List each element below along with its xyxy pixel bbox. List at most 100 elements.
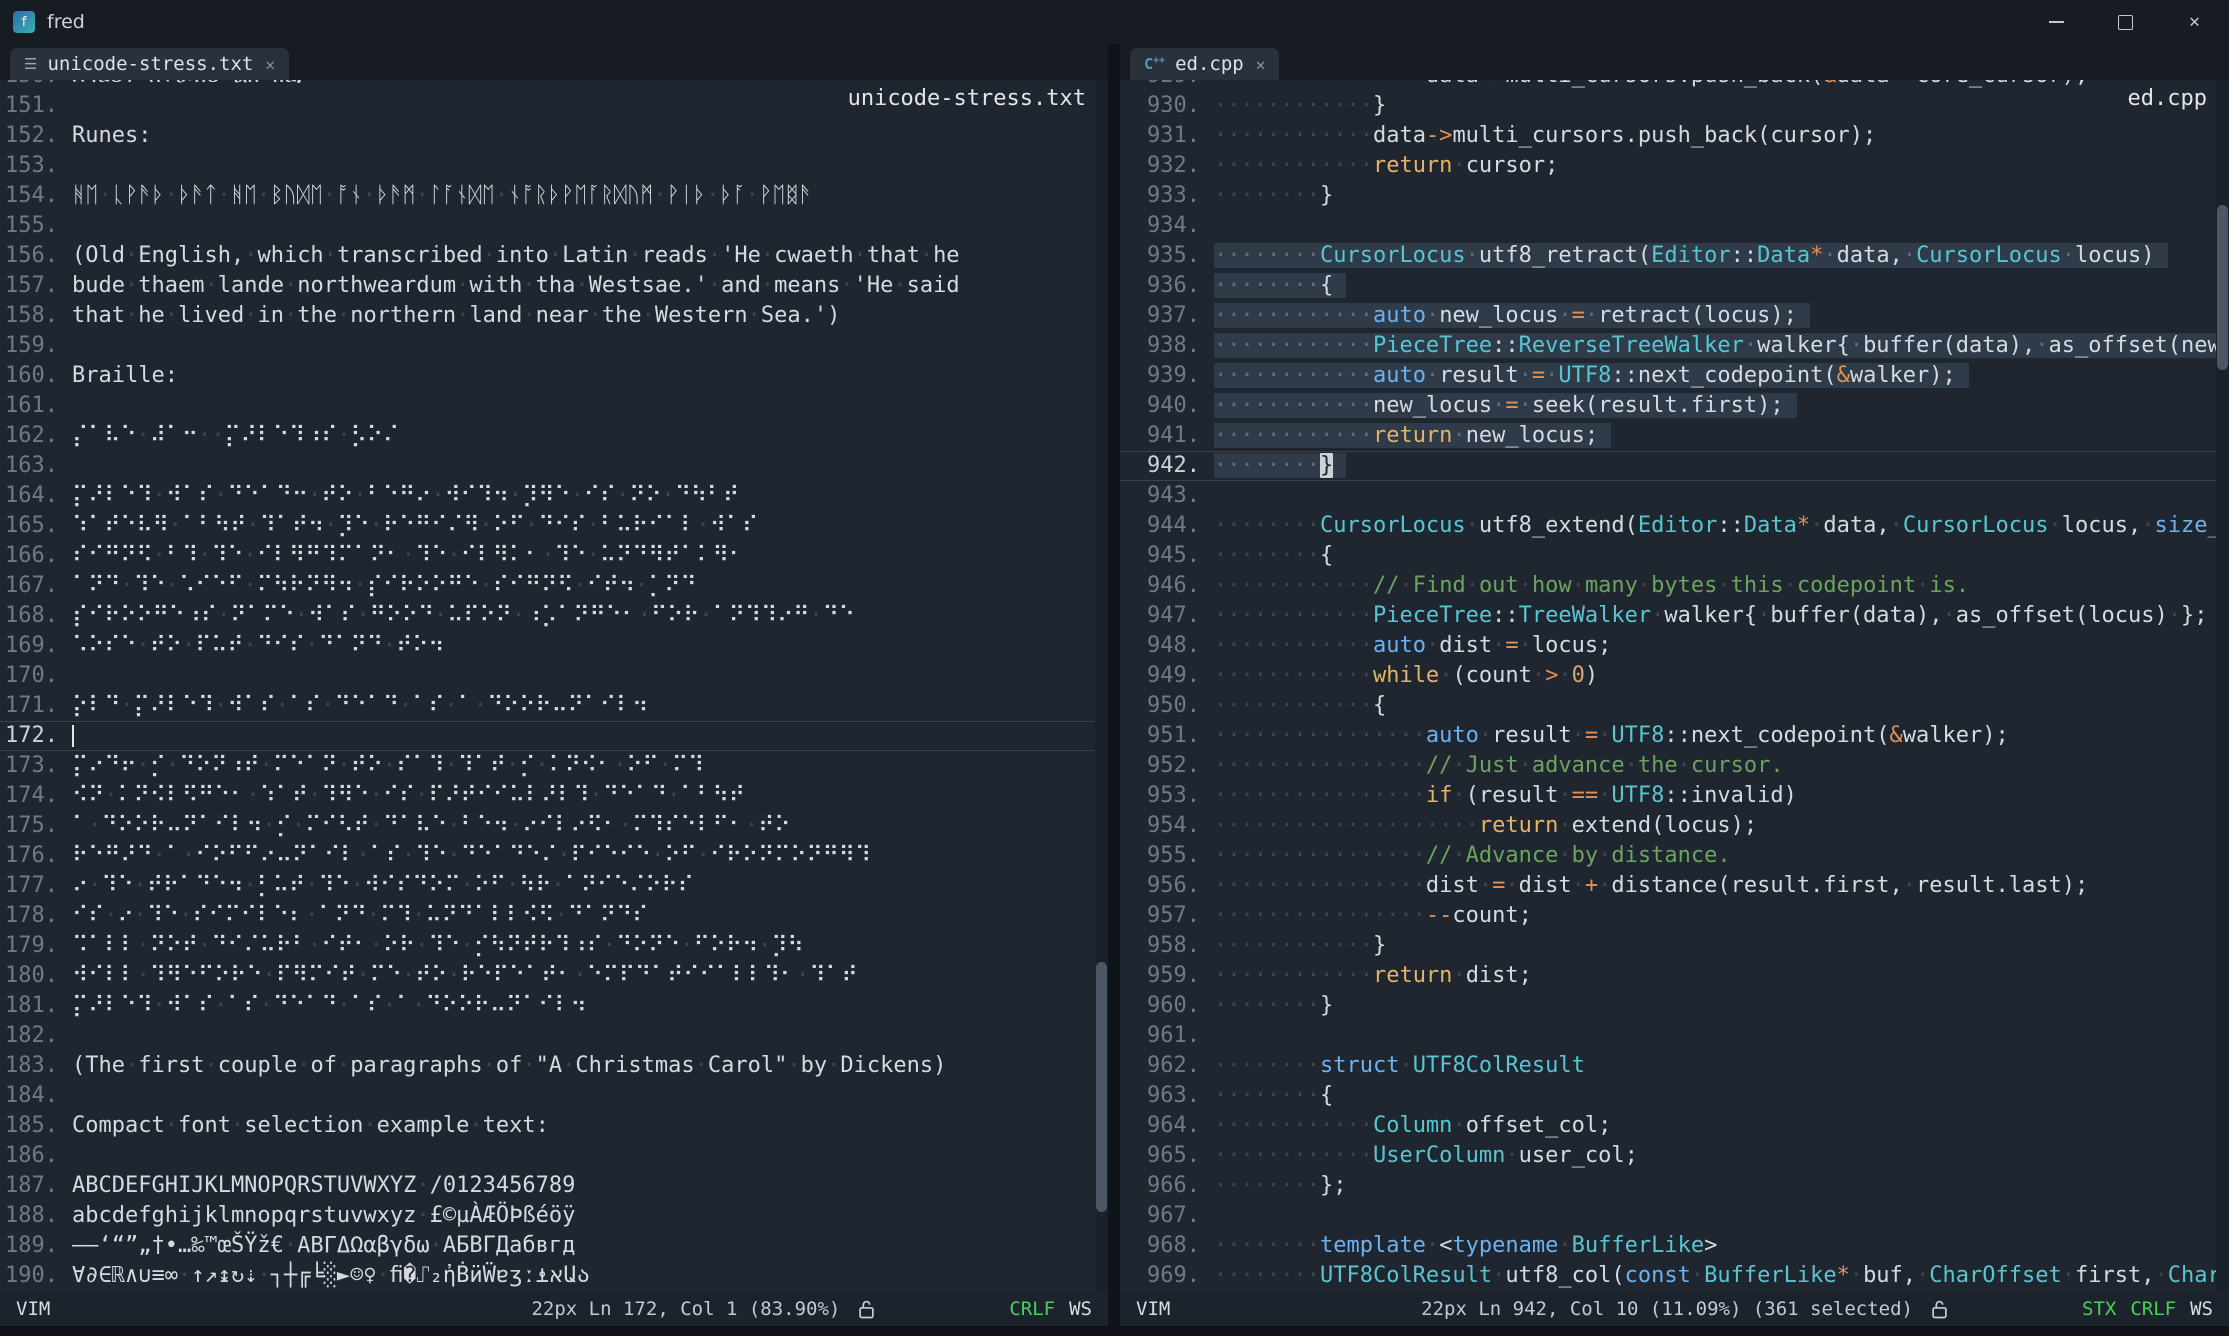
left-scrollbar[interactable] (1095, 80, 1108, 1291)
code-line-937[interactable]: 937.············auto·new_locus·=·retract… (1120, 301, 2229, 331)
code-line-157[interactable]: 157.bude·thaem·lande·northweardum·with·t… (0, 271, 1108, 301)
code-line-969[interactable]: 969.········UTF8ColResult·utf8_col(const… (1120, 1261, 2229, 1291)
code-line-158[interactable]: 158.that·he·lived·in·the·northern·land·n… (0, 301, 1108, 331)
code-line-932[interactable]: 932.············return·cursor; (1120, 151, 2229, 181)
code-line-154[interactable]: 154.ᚻᛖ·ᚳᚹᚫᚦ·ᚦᚫᛏ·ᚻᛖ·ᛒᚢᛞᛖ·ᚩᚾ·ᚦᚫᛗ·ᛚᚪᚾᛞᛖ·ᚾᚩᚱ… (0, 181, 1108, 211)
code-line-953[interactable]: 953.················if·(result·==·UTF8::… (1120, 781, 2229, 811)
code-line-952[interactable]: 952.················//·Just·advance·the·… (1120, 751, 2229, 781)
right-scrollbar[interactable] (2216, 80, 2229, 1291)
code-line-933[interactable]: 933.········} (1120, 181, 2229, 211)
code-line-960[interactable]: 960.········} (1120, 991, 2229, 1021)
code-line-159[interactable]: 159. (0, 331, 1108, 361)
code-token: dist (1439, 633, 1492, 658)
code-line-941[interactable]: 941.············return·new_locus; (1120, 421, 2229, 451)
code-line-942[interactable]: 942.········} (1120, 451, 2229, 481)
maximize-icon (2118, 15, 2133, 30)
code-line-957[interactable]: 957.················--count; (1120, 901, 2229, 931)
code-line-190[interactable]: 190.∀∂∈ℝ∧∪≡∞·↑↗↨↻⇣·┐┼╔╘░►☺♀·ﬁ�⑀₂ἠḂӥẄɐʒː⍎… (0, 1261, 1108, 1291)
code-line-175[interactable]: 175.⠁·⠙⠕⠕⠗⠤⠝⠁⠊⠇⠲·⡊·⠍⠊⠣⠞·⠙⠁⠧⠑·⠃⠑⠲·⠔⠊⠇⠔⠫⠂·… (0, 811, 1108, 841)
code-line-963[interactable]: 963.········{ (1120, 1081, 2229, 1111)
code-line-935[interactable]: 935.········CursorLocus·utf8_retract(Edi… (1120, 241, 2229, 271)
code-line-964[interactable]: 964.············Column·offset_col; (1120, 1111, 2229, 1141)
code-line-966[interactable]: 966.········}; (1120, 1171, 2229, 1201)
code-line-968[interactable]: 968.········template·<typename·BufferLik… (1120, 1231, 2229, 1261)
code-token: TreeWalker (1519, 603, 1651, 628)
code-line-185[interactable]: 185.Compact·font·selection·example·text: (0, 1111, 1108, 1141)
code-line-930[interactable]: 930.············} (1120, 91, 2229, 121)
code-line-950[interactable]: 950.············{ (1120, 691, 2229, 721)
code-line-944[interactable]: 944.········CursorLocus·utf8_extend(Edit… (1120, 511, 2229, 541)
code-line-152[interactable]: 152.Runes: (0, 121, 1108, 151)
code-line-166[interactable]: 166.⠎⠊⠛⠝⠫·⠃⠹·⠹⠑·⠊⠇⠻⠛⠹⠍⠁⠝⠂·⠹⠑·⠊⠇⠻⠅⠂·⠹⠑·⠥⠝… (0, 541, 1108, 571)
code-line-939[interactable]: 939.············auto·result·=·UTF8::next… (1120, 361, 2229, 391)
code-line-940[interactable]: 940.············new_locus·=·seek(result.… (1120, 391, 2229, 421)
code-line-954[interactable]: 954.····················return·extend(lo… (1120, 811, 2229, 841)
code-line-187[interactable]: 187.ABCDEFGHIJKLMNOPQRSTUVWXYZ·/01234567… (0, 1171, 1108, 1201)
code-line-153[interactable]: 153. (0, 151, 1108, 181)
code-line-945[interactable]: 945.········{ (1120, 541, 2229, 571)
code-line-173[interactable]: 173.⡍⠔⠙⠖·⡊·⠙⠕⠝⠰⠞·⠍⠑⠁⠝·⠞⠕·⠎⠁⠹·⠹⠁⠞·⡊·⠅⠝⠪⠂·… (0, 751, 1108, 781)
code-line-174[interactable]: 174.⠪⠝·⠅⠝⠪⠇⠫⠛⠑⠂·⠱⠁⠞·⠹⠻⠑·⠊⠎·⠏⠜⠞⠊⠊⠥⠇⠜⠇⠹·⠙⠑… (0, 781, 1108, 811)
code-line-958[interactable]: 958.············} (1120, 931, 2229, 961)
code-line-186[interactable]: 186. (0, 1141, 1108, 1171)
code-line-967[interactable]: 967. (1120, 1201, 2229, 1231)
code-line-962[interactable]: 962.········struct·UTF8ColResult (1120, 1051, 2229, 1081)
code-line-156[interactable]: 156.(Old·English,·which·transcribed·into… (0, 241, 1108, 271)
code-line-164[interactable]: 164.⡍⠜⠇⠑⠹·⠺⠁⠎·⠙⠑⠁⠙⠒·⠞⠕·⠃⠑⠛⠔·⠺⠊⠹⠲·⡹⠻⠑·⠊⠎·… (0, 481, 1108, 511)
code-line-167[interactable]: 167.⠁⠝⠙·⠹⠑·⠡⠊⠑⠋·⠍⠳⠗⠝⠻⠲·⡎⠊⠗⠕⠕⠛⠑·⠎⠊⠛⠝⠫·⠊⠞⠲… (0, 571, 1108, 601)
code-token: ﬁ�⑀₂ἠḂӥẄɐʒː⍎אԱა (390, 1263, 590, 1288)
code-line-165[interactable]: 165.⠱⠁⠞⠑⠧⠻·⠁⠃⠳⠞·⠹⠁⠞⠲·⡹⠑·⠗⠑⠛⠊⠌⠻·⠕⠋·⠙⠊⠎·⠃⠥… (0, 511, 1108, 541)
minimize-button[interactable] (2022, 0, 2091, 44)
code-line-179[interactable]: 179.⠩⠁⠇⠇·⠝⠕⠞·⠙⠊⠌⠥⠗⠃·⠊⠞⠂·⠕⠗·⠹⠑·⡊⠳⠝⠞⠗⠹⠰⠎·⠙… (0, 931, 1108, 961)
left-scrollbar-thumb[interactable] (1096, 962, 1107, 1212)
right-editor-viewport[interactable]: 929.················data->multi_cursors.… (1120, 80, 2229, 1291)
code-line-949[interactable]: 949.············while·(count·>·0) (1120, 661, 2229, 691)
code-line-938[interactable]: 938.············PieceTree::ReverseTreeWa… (1120, 331, 2229, 361)
code-line-951[interactable]: 951.················auto·result·=·UTF8::… (1120, 721, 2229, 751)
code-line-180[interactable]: 180.⠺⠊⠇⠇·⠹⠻⠑⠋⠕⠗⠑·⠏⠻⠍⠊⠞·⠍⠑·⠞⠕·⠗⠑⠏⠑⠁⠞⠂·⠑⠍⠏… (0, 961, 1108, 991)
close-button[interactable]: ✕ (2160, 0, 2229, 44)
code-line-172[interactable]: 172. (0, 721, 1108, 751)
code-token: Find (1413, 573, 1466, 598)
code-line-168[interactable]: 168.⡎⠊⠗⠕⠕⠛⠑⠰⠎·⠝⠁⠍⠑·⠺⠁⠎·⠛⠕⠕⠙·⠥⠏⠕⠝·⠰⡡⠁⠝⠛⠑⠂… (0, 601, 1108, 631)
code-line-171[interactable]: 171.⡕⠇⠙·⡍⠜⠇⠑⠹·⠺⠁⠎·⠁⠎·⠙⠑⠁⠙·⠁⠎·⠁·⠙⠕⠕⠗⠤⠝⠁⠊⠇… (0, 691, 1108, 721)
code-line-955[interactable]: 955.················//·Advance·by·distan… (1120, 841, 2229, 871)
code-line-947[interactable]: 947.············PieceTree::TreeWalker·wa… (1120, 601, 2229, 631)
tab-close-icon[interactable]: ✕ (265, 55, 275, 74)
code-line-956[interactable]: 956.················dist·=·dist·+·distan… (1120, 871, 2229, 901)
code-line-170[interactable]: 170. (0, 661, 1108, 691)
code-line-181[interactable]: 181.⡍⠜⠇⠑⠹·⠺⠁⠎·⠁⠎·⠙⠑⠁⠙·⠁⠎·⠁·⠙⠕⠕⠗⠤⠝⠁⠊⠇⠲ (0, 991, 1108, 1021)
tab-unicode-stress-txt[interactable]: ☰ unicode-stress.txt ✕ (10, 48, 289, 80)
code-line-184[interactable]: 184. (0, 1081, 1108, 1111)
code-line-183[interactable]: 183.(The·first·couple·of·paragraphs·of·"… (0, 1051, 1108, 1081)
code-line-931[interactable]: 931.············data->multi_cursors.push… (1120, 121, 2229, 151)
maximize-button[interactable] (2091, 0, 2160, 44)
code-line-948[interactable]: 948.············auto·dist·=·locus; (1120, 631, 2229, 661)
code-line-961[interactable]: 961. (1120, 1021, 2229, 1051)
code-line-160[interactable]: 160.Braille: (0, 361, 1108, 391)
code-line-936[interactable]: 936.········{ (1120, 271, 2229, 301)
code-line-189[interactable]: 189.–—‘“”„†•…‰™œŠŸž€·ΑΒΓΔΩαβγδω·АБВГДабв… (0, 1231, 1108, 1261)
left-editor-viewport[interactable]: 150.እግርህን·በፍራሽህ·ልክ·ዘርጋ።151.152.Runes:153… (0, 80, 1108, 1291)
code-line-934[interactable]: 934. (1120, 211, 2229, 241)
code-line-163[interactable]: 163. (0, 451, 1108, 481)
code-line-162[interactable]: 162.⡌⠁⠧⠑·⠼⠁⠒··⡍⠜⠇⠑⠹⠰⠎·⡣⠕⠌ (0, 421, 1108, 451)
whitespace-dots: · (337, 993, 350, 1018)
code-line-946[interactable]: 946.············//·Find·out·how·many·byt… (1120, 571, 2229, 601)
code-line-161[interactable]: 161. (0, 391, 1108, 421)
code-line-943[interactable]: 943. (1120, 481, 2229, 511)
right-scrollbar-thumb[interactable] (2217, 205, 2228, 370)
code-line-169[interactable]: 169.⠡⠕⠎⠑·⠞⠕·⠏⠥⠞·⠙⠊⠎·⠙⠁⠝⠙·⠞⠕⠲ (0, 631, 1108, 661)
code-line-965[interactable]: 965.············UserColumn·user_col; (1120, 1141, 2229, 1171)
code-line-188[interactable]: 188.abcdefghijklmnopqrstuvwxyz·£©µÀÆÖÞßé… (0, 1201, 1108, 1231)
code-line-959[interactable]: 959.············return·dist; (1120, 961, 2229, 991)
code-line-177[interactable]: 177.⠔·⠹⠑·⠞⠗⠁⠙⠑⠲·⡃⠥⠞·⠹⠑·⠺⠊⠎⠙⠕⠍·⠕⠋·⠳⠗·⠁⠝⠊⠑… (0, 871, 1108, 901)
code-line-155[interactable]: 155. (0, 211, 1108, 241)
code-line-178[interactable]: 178.⠊⠎·⠔·⠹⠑·⠎⠊⠍⠊⠇⠑⠆·⠁⠝⠙·⠍⠹·⠥⠝⠙⠁⠇⠇⠪⠫·⠙⠁⠝⠙… (0, 901, 1108, 931)
code-line-182[interactable]: 182. (0, 1021, 1108, 1051)
tab-ed-cpp[interactable]: C++ ed.cpp ✕ (1130, 48, 1279, 80)
code-line-176[interactable]: 176.⠗⠑⠛⠜⠙·⠁·⠊⠕⠋⠋⠔⠤⠝⠁⠊⠇·⠁⠎·⠹⠑·⠙⠑⠁⠙⠑⠌·⠏⠊⠑⠊… (0, 841, 1108, 871)
code-line-929[interactable]: 929.················data->multi_cursors.… (1120, 80, 2229, 91)
tab-close-icon[interactable]: ✕ (1256, 55, 1266, 74)
pane-splitter[interactable] (1108, 44, 1120, 1326)
